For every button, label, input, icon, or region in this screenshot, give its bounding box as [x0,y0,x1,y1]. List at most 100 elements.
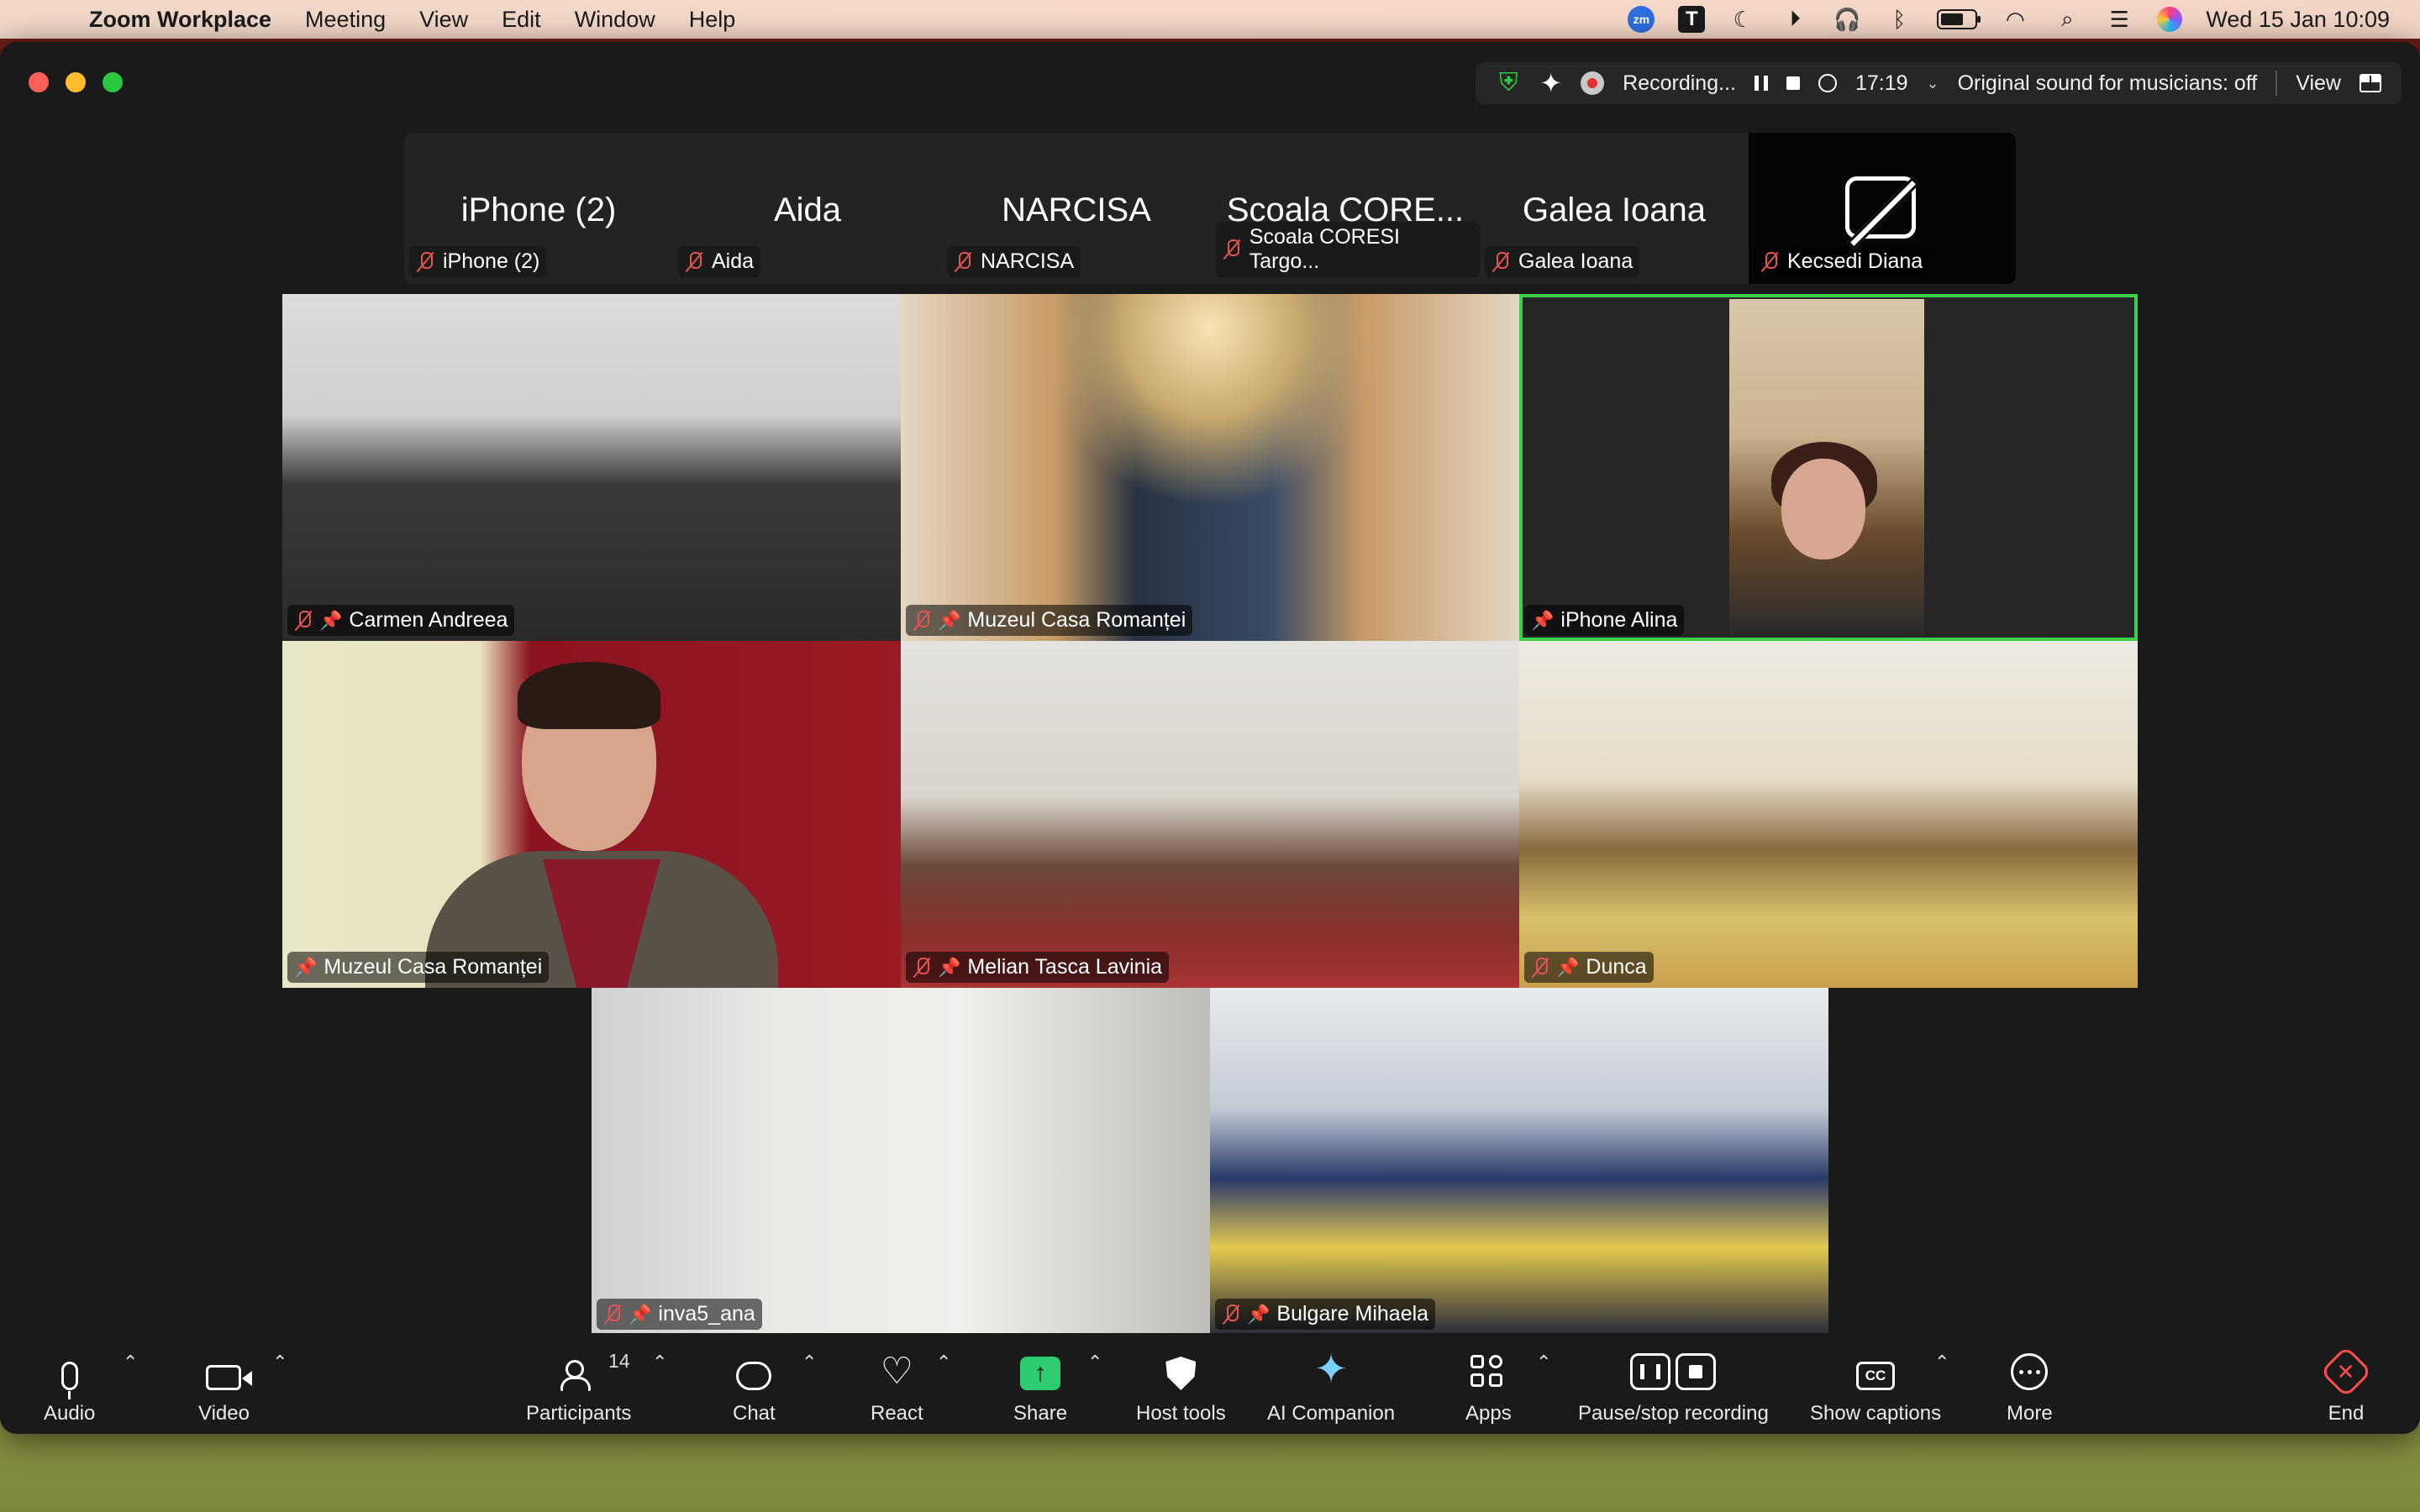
video-tile[interactable]: 📌 Muzeul Casa Romanței [901,294,1519,641]
strip-name-label: Scoala CORESI Targo... [1216,222,1480,277]
muted-mic-icon [294,610,313,632]
audio-button[interactable]: Audio [44,1333,95,1434]
ai-sparkle-icon[interactable]: ✦ [1539,67,1562,99]
text-app-icon[interactable]: T [1678,6,1706,33]
host-tools-label: Host tools [1136,1402,1226,1425]
play-circle-icon[interactable]: ⏵ [1781,6,1809,32]
host-tools-button[interactable]: Host tools [1136,1333,1226,1434]
video-button[interactable]: Video [198,1333,253,1434]
chat-button[interactable]: Chat [733,1333,776,1434]
ai-companion-sparkle-icon: ✦ [1313,1347,1349,1392]
meeting-status-bar: ⛨ ✦ Recording... 17:19 ⌄ Original sound … [1476,62,2402,104]
host-shield-icon [1165,1357,1197,1390]
menu-window[interactable]: Window [575,7,655,33]
muted-mic-icon [1531,957,1549,979]
menubar-clock[interactable]: Wed 15 Jan 10:09 [2206,7,2390,33]
participants-count: 14 [608,1350,630,1372]
strip-name-label: iPhone (2) [409,246,547,277]
wifi-icon[interactable]: ◠ [2001,7,2029,32]
video-tile[interactable]: 📌 Melian Tasca Lavinia [901,641,1519,988]
end-meeting-button[interactable]: End [2319,1333,2373,1434]
menu-app-name[interactable]: Zoom Workplace [89,7,271,33]
siri-icon[interactable] [2157,7,2183,32]
strip-tile[interactable]: Galea Ioana Galea Ioana [1480,133,1749,284]
view-button-label[interactable]: View [2296,71,2341,96]
title-bar: ⛨ ✦ Recording... 17:19 ⌄ Original sound … [0,42,2420,121]
pin-icon: 📌 [1247,1303,1270,1325]
strip-tile[interactable]: Aida Aida [673,133,942,284]
share-button[interactable]: ↑ Share [1013,1333,1067,1434]
pin-icon: 📌 [319,609,343,631]
strip-name-label: Aida [678,246,761,277]
original-sound-toggle[interactable]: Original sound for musicians: off [1958,71,2258,96]
end-label: End [2328,1402,2365,1425]
video-tile[interactable]: 📌 Carmen Andreea [282,294,901,641]
chat-bubble-icon [736,1362,772,1390]
apps-options-caret-icon[interactable]: ⌃ [1536,1352,1551,1373]
muted-mic-icon [913,610,931,632]
participants-label: Participants [526,1402,632,1425]
headphones-icon[interactable]: 🎧 [1833,7,1861,32]
apps-button[interactable]: Apps [1465,1333,1512,1434]
camera-off-icon [1845,176,1916,239]
control-center-icon[interactable]: ☰ [2105,7,2133,32]
ai-companion-button[interactable]: ✦ AI Companion [1267,1333,1395,1434]
participant-name: iPhone (2) [443,249,540,273]
close-window-button[interactable] [29,72,49,92]
moon-icon[interactable]: ☾ [1728,7,1757,32]
tile-name-label: 📌 Muzeul Casa Romanței [287,952,550,983]
video-tile[interactable]: 📌 inva5_ana [592,988,1210,1335]
stop-recording-icon[interactable] [1786,76,1800,90]
video-options-caret-icon[interactable]: ⌃ [272,1352,287,1373]
strip-tile[interactable]: iPhone (2) iPhone (2) [404,133,673,284]
video-tile[interactable]: 📌 Dunca [1519,641,2138,988]
participant-name: Muzeul Casa Romanței [967,608,1186,632]
participant-name: inva5_ana [658,1302,755,1326]
video-tile[interactable]: 📌 Bulgare Mihaela [1210,988,1828,1335]
zoom-status-icon[interactable]: zm [1628,6,1655,33]
participant-strip: iPhone (2) iPhone (2) Aida Aida NARCISA … [404,133,2016,284]
chevron-down-icon[interactable]: ⌄ [1927,75,1939,92]
participant-name: NARCISA [981,249,1075,273]
encryption-shield-icon[interactable]: ⛨ [1496,69,1521,97]
tile-name-label: 📌 Carmen Andreea [287,605,515,636]
strip-name-label: Kecsedi Diana [1754,246,1930,277]
bluetooth-icon[interactable]: ᛒ [1885,7,1913,32]
video-tile[interactable]: 📌 Muzeul Casa Romanței [282,641,901,988]
react-button[interactable]: ♡ React [871,1333,923,1434]
audio-options-caret-icon[interactable]: ⌃ [123,1352,138,1373]
menu-help[interactable]: Help [689,7,736,33]
menu-view[interactable]: View [419,7,468,33]
captions-options-caret-icon[interactable]: ⌃ [1934,1352,1949,1373]
participants-options-caret-icon[interactable]: ⌃ [652,1352,667,1373]
battery-icon[interactable] [1937,9,1981,29]
pause-recording-icon[interactable] [1754,76,1768,91]
strip-tile[interactable]: NARCISA NARCISA [942,133,1211,284]
strip-tile[interactable]: Kecsedi Diana [1749,133,2016,284]
ai-companion-label: AI Companion [1267,1402,1396,1425]
participants-button[interactable]: Participants [526,1333,631,1434]
audio-label: Audio [44,1402,96,1425]
show-captions-button[interactable]: CC Show captions [1810,1333,1941,1434]
minimize-window-button[interactable] [66,72,86,92]
chat-options-caret-icon[interactable]: ⌃ [802,1352,817,1373]
tile-name-label: 📌 Bulgare Mihaela [1215,1299,1436,1330]
recording-status: Recording... [1623,71,1736,95]
microphone-icon [60,1362,78,1399]
react-options-caret-icon[interactable]: ⌃ [936,1352,951,1373]
strip-name-label: Galea Ioana [1485,246,1640,277]
more-button[interactable]: More [2007,1333,2053,1434]
search-icon[interactable]: ⌕ [2053,6,2081,32]
pin-icon: 📌 [938,956,961,978]
menu-meeting[interactable]: Meeting [305,7,386,33]
pin-icon: 📌 [1556,956,1580,978]
share-options-caret-icon[interactable]: ⌃ [1087,1352,1102,1373]
tile-name-label: 📌 Dunca [1524,952,1654,983]
fullscreen-window-button[interactable] [103,72,123,92]
menu-edit[interactable]: Edit [502,7,541,33]
meeting-timer[interactable]: 17:19 [1855,71,1908,96]
pause-stop-recording-button[interactable]: Pause/stop recording [1578,1333,1769,1434]
strip-tile[interactable]: Scoala CORE... Scoala CORESI Targo... [1211,133,1480,284]
active-speaker-tile[interactable]: 📌 iPhone Alina [1519,294,2138,641]
view-grid-icon[interactable] [2360,74,2381,92]
